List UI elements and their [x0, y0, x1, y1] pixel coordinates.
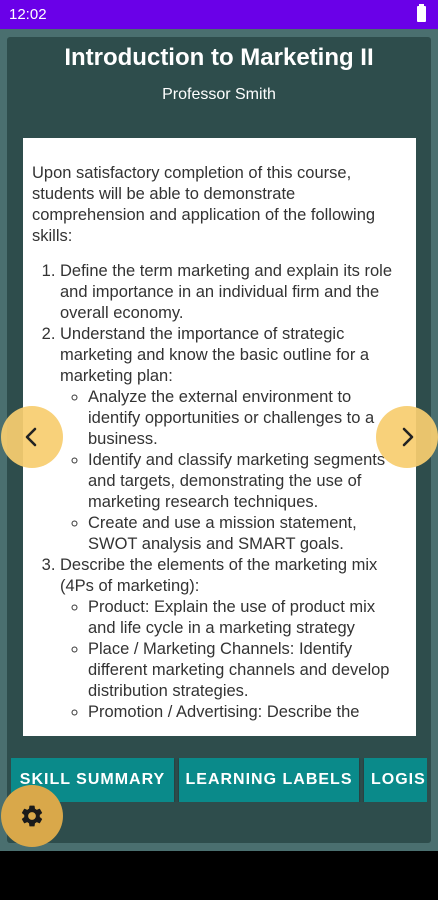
- skill-text: Define the term marketing and explain it…: [60, 262, 392, 322]
- list-item: Promotion / Advertising: Describe the: [88, 702, 406, 723]
- list-item: Identify and classify marketing segments…: [88, 450, 406, 513]
- tab-learning-labels[interactable]: LEARNING LABELS: [179, 758, 359, 802]
- section-tabs: SKILL SUMMARY LEARNING LABELS LOGIS: [11, 758, 427, 802]
- next-button[interactable]: [376, 406, 438, 468]
- system-navigation-bar: [0, 851, 438, 900]
- skill-text: Describe the elements of the marketing m…: [60, 556, 378, 595]
- list-item: Place / Marketing Channels: Identify dif…: [88, 639, 406, 702]
- settings-button[interactable]: [1, 785, 63, 847]
- gear-icon: [21, 805, 43, 827]
- sub-skills-list: Product: Explain the use of product mix …: [60, 597, 406, 723]
- list-item: Define the term marketing and explain it…: [60, 261, 406, 324]
- status-time: 12:02: [9, 6, 47, 23]
- description-intro: Upon satisfactory completion of this cou…: [32, 164, 376, 245]
- skills-list: Define the term marketing and explain it…: [32, 261, 406, 723]
- tab-logistics[interactable]: LOGIS: [364, 758, 427, 802]
- status-bar: 12:02: [0, 0, 438, 29]
- course-description-card[interactable]: Upon satisfactory completion of this cou…: [23, 138, 416, 736]
- list-item: Analyze the external environment to iden…: [88, 387, 406, 450]
- list-item: Describe the elements of the marketing m…: [60, 555, 406, 723]
- course-instructor: Professor Smith: [162, 86, 276, 103]
- course-title: Introduction to Marketing II: [64, 44, 374, 71]
- chevron-right-icon: [402, 427, 414, 447]
- list-item: Create and use a mission statement, SWOT…: [88, 513, 406, 555]
- list-item: Product: Explain the use of product mix …: [88, 597, 406, 639]
- battery-icon: [417, 4, 426, 22]
- skill-text: Understand the importance of strategic m…: [60, 325, 370, 385]
- list-item: Understand the importance of strategic m…: [60, 324, 406, 555]
- sub-skills-list: Analyze the external environment to iden…: [60, 387, 406, 555]
- previous-button[interactable]: [1, 406, 63, 468]
- chevron-left-icon: [25, 427, 37, 447]
